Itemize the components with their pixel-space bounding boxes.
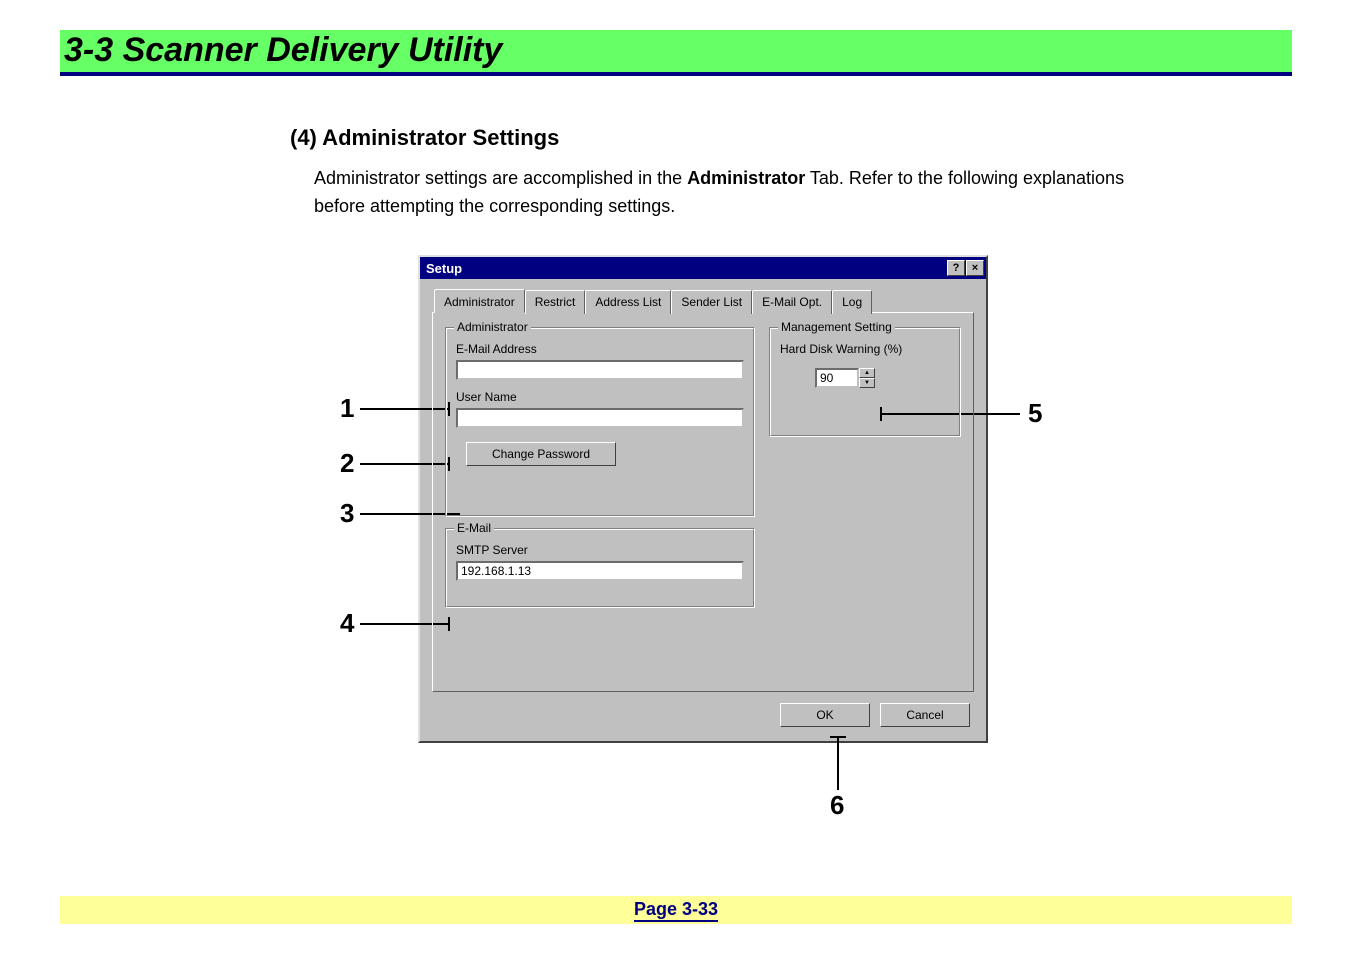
- tab-log[interactable]: Log: [832, 290, 872, 314]
- management-setting-group: Management Setting Hard Disk Warning (%)…: [769, 327, 961, 437]
- dialog-footer: OK Cancel: [420, 693, 986, 741]
- spinner-buttons: ▲ ▼: [859, 368, 875, 388]
- close-icon[interactable]: ×: [966, 260, 984, 276]
- tab-strip: Administrator Restrict Address List Send…: [420, 279, 986, 313]
- spinner-down-icon[interactable]: ▼: [859, 378, 875, 388]
- callout-6-line: [837, 736, 839, 790]
- administrator-group: Administrator E-Mail Address User Name C…: [445, 327, 755, 517]
- email-group-legend: E-Mail: [454, 521, 494, 535]
- user-name-input[interactable]: [456, 408, 744, 428]
- user-name-label: User Name: [456, 390, 744, 404]
- cancel-button[interactable]: Cancel: [880, 703, 970, 727]
- spinner-up-icon[interactable]: ▲: [859, 368, 875, 378]
- page-number: Page 3-33: [634, 899, 718, 922]
- section-header: 3-3 Scanner Delivery Utility: [60, 30, 1292, 76]
- ok-button[interactable]: OK: [780, 703, 870, 727]
- smtp-server-input[interactable]: [456, 561, 744, 581]
- tab-sender-list[interactable]: Sender List: [671, 290, 752, 314]
- smtp-server-label: SMTP Server: [456, 543, 744, 557]
- tab-email-opt[interactable]: E-Mail Opt.: [752, 290, 832, 314]
- page-footer: Page 3-33: [60, 896, 1292, 924]
- callout-4: 4: [340, 608, 354, 639]
- callout-3: 3: [340, 498, 354, 529]
- tab-panel: Administrator E-Mail Address User Name C…: [432, 312, 974, 692]
- callout-5: 5: [1028, 398, 1042, 429]
- tab-administrator[interactable]: Administrator: [434, 289, 525, 313]
- email-address-input[interactable]: [456, 360, 744, 380]
- tab-restrict[interactable]: Restrict: [525, 290, 586, 314]
- callout-1: 1: [340, 393, 354, 424]
- tab-address-list[interactable]: Address List: [585, 290, 671, 314]
- callout-2: 2: [340, 448, 354, 479]
- email-address-label: E-Mail Address: [456, 342, 744, 356]
- change-password-button[interactable]: Change Password: [466, 442, 616, 466]
- hard-disk-warning-label: Hard Disk Warning (%): [780, 342, 950, 356]
- callout-6: 6: [830, 790, 844, 821]
- intro-text-bold: Administrator: [687, 168, 805, 188]
- help-icon[interactable]: ?: [947, 260, 965, 276]
- dialog-figure: Setup ? × Administrator Restrict Address…: [418, 255, 988, 743]
- dialog-title: Setup: [426, 261, 946, 276]
- management-setting-legend: Management Setting: [778, 320, 895, 334]
- hard-disk-warning-input[interactable]: [815, 368, 859, 388]
- setup-dialog: Setup ? × Administrator Restrict Address…: [418, 255, 988, 743]
- section-title: 3-3 Scanner Delivery Utility: [60, 31, 502, 70]
- email-group: E-Mail SMTP Server: [445, 528, 755, 608]
- dialog-titlebar: Setup ? ×: [420, 257, 986, 279]
- intro-paragraph: Administrator settings are accomplished …: [314, 165, 1172, 221]
- subsection-heading: (4) Administrator Settings: [290, 125, 559, 151]
- administrator-group-legend: Administrator: [454, 320, 531, 334]
- callout-6-tick: [830, 736, 846, 738]
- intro-text-pre: Administrator settings are accomplished …: [314, 168, 687, 188]
